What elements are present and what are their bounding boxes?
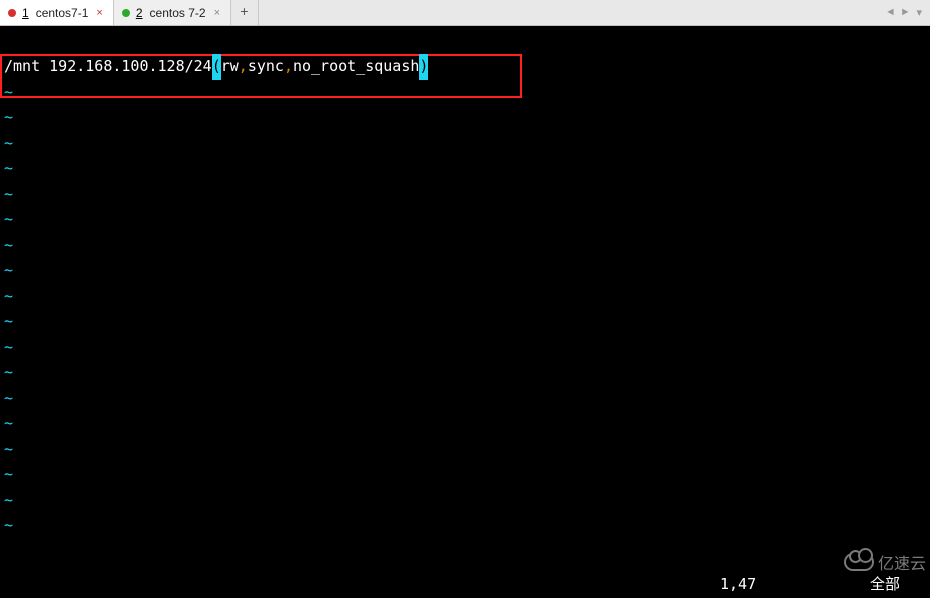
empty-line-marker: ~ [0,386,930,412]
tab-label: centos7-1 [36,6,89,20]
config-option: rw [221,57,239,75]
paren-close-highlight: ) [419,54,428,80]
prev-tab-icon[interactable]: ◄ [887,7,894,19]
editor-line-1[interactable]: /mnt 192.168.100.128/24(rw,sync,no_root_… [0,54,930,80]
empty-line-marker: ~ [0,233,930,259]
comma: , [239,57,248,75]
terminal[interactable]: /mnt 192.168.100.128/24(rw,sync,no_root_… [0,26,930,578]
close-icon[interactable]: × [94,7,104,19]
comma: , [284,57,293,75]
empty-line-marker: ~ [0,513,930,539]
config-text: /mnt 192.168.100.128/24 [4,57,212,75]
config-option: no_root_squash [293,57,419,75]
cursor-position: 1,47 [720,572,756,598]
tabbar-nav: ◄ ► ▾ [879,0,930,25]
tabbar-spacer [259,0,879,25]
next-tab-icon[interactable]: ► [902,7,909,19]
cursor: ( [212,54,221,80]
empty-line-marker: ~ [0,80,930,106]
status-dot-icon [122,9,130,17]
empty-line-marker: ~ [0,284,930,310]
empty-line-marker: ~ [0,309,930,335]
empty-line-marker: ~ [0,335,930,361]
empty-line-marker: ~ [0,156,930,182]
empty-line-marker: ~ [0,488,930,514]
empty-line-marker: ~ [0,182,930,208]
tab-number: 2 [136,6,144,20]
empty-line-marker: ~ [0,258,930,284]
tab-centos7-1[interactable]: 1 centos7-1 × [0,0,114,25]
tab-menu-icon[interactable]: ▾ [916,6,922,20]
empty-line-marker: ~ [0,131,930,157]
status-dot-icon [8,9,16,17]
empty-line-marker: ~ [0,411,930,437]
close-icon[interactable]: × [212,7,222,19]
config-option: sync [248,57,284,75]
empty-line-marker: ~ [0,462,930,488]
tab-bar: 1 centos7-1 × 2 centos 7-2 × + ◄ ► ▾ [0,0,930,26]
empty-line-marker: ~ [0,207,930,233]
tab-number: 1 [22,6,30,20]
empty-line-marker: ~ [0,360,930,386]
empty-line-marker: ~ [0,437,930,463]
add-tab-button[interactable]: + [231,0,259,25]
tab-label: centos 7-2 [150,6,206,20]
scroll-scope: 全部 [870,572,900,598]
empty-line-marker: ~ [0,105,930,131]
editor-content[interactable]: /mnt 192.168.100.128/24(rw,sync,no_root_… [0,54,930,539]
empty-lines: ~~~~~~~~~~~~~~~~~~ [0,80,930,539]
tab-centos7-2[interactable]: 2 centos 7-2 × [114,0,231,25]
